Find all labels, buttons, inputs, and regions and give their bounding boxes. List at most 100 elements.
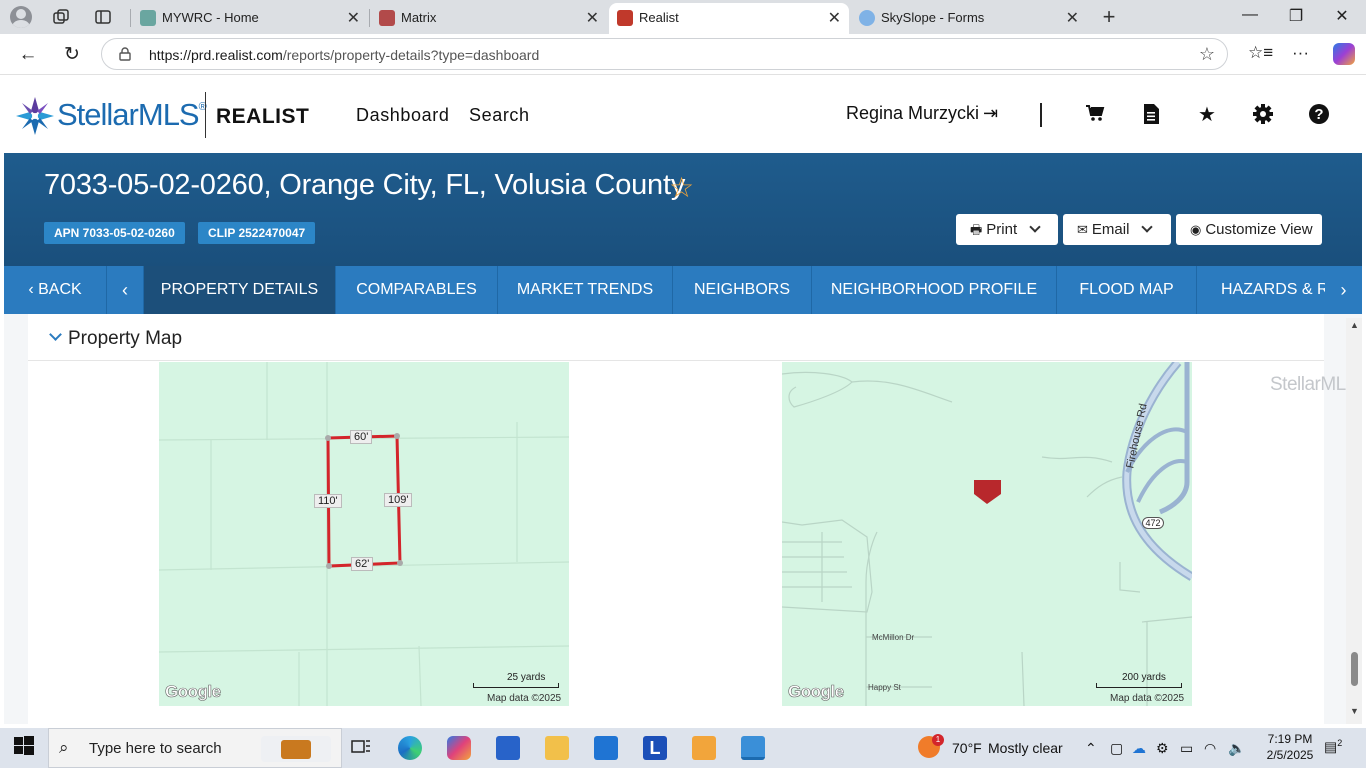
- favorites-icon[interactable]: ☆≡: [1248, 43, 1273, 63]
- task-view-icon[interactable]: [350, 736, 374, 760]
- scroll-up-icon[interactable]: ▲: [1350, 320, 1359, 330]
- parcel-dim-left: 110': [314, 494, 342, 508]
- print-button[interactable]: 🖶 Print: [956, 214, 1058, 245]
- document-icon[interactable]: [1139, 103, 1163, 127]
- scrollbar-thumb[interactable]: [1351, 652, 1358, 686]
- close-tab-icon[interactable]: ✕: [347, 8, 360, 28]
- search-icon: ⌕: [59, 738, 69, 757]
- tabs-next-icon[interactable]: ›: [1325, 266, 1362, 314]
- tab-property-details[interactable]: PROPERTY DETAILS: [144, 266, 336, 314]
- tabs-prev-icon[interactable]: ‹: [107, 266, 144, 314]
- notification-center-icon[interactable]: ▤2: [1324, 738, 1342, 756]
- browser-tab-mywrc[interactable]: MYWRC - Home ✕: [132, 3, 368, 34]
- app-icon[interactable]: [692, 736, 716, 760]
- report-body: Property Map 60' 110' 109' 62' Google 25…: [4, 314, 1362, 724]
- more-options-icon[interactable]: ···: [1292, 43, 1309, 63]
- map-scale-bar: [1096, 683, 1182, 688]
- stellar-watermark: StellarMLS: [1270, 374, 1358, 395]
- file-explorer-icon[interactable]: [545, 736, 569, 760]
- area-map[interactable]: Firehouse Rd 472 McMillon Dr Happy St Go…: [782, 362, 1192, 706]
- meet-now-icon[interactable]: ▢: [1110, 740, 1123, 757]
- office-icon[interactable]: [447, 736, 471, 760]
- google-logo[interactable]: Google: [165, 682, 222, 702]
- envelope-icon: ✉: [1077, 222, 1088, 237]
- saved-star-icon[interactable]: ★: [1195, 103, 1219, 127]
- clock-date: 2/5/2025: [1266, 748, 1314, 762]
- weather-temp[interactable]: 70°F: [952, 740, 982, 756]
- map-scale-label: 200 yards: [1122, 672, 1166, 683]
- close-tab-icon[interactable]: ✕: [828, 8, 841, 28]
- page-scrollbar[interactable]: ▲ ▼: [1346, 318, 1362, 724]
- cart-icon[interactable]: [1083, 103, 1107, 127]
- tab-comparables[interactable]: COMPARABLES: [336, 266, 498, 314]
- email-button[interactable]: ✉ Email: [1063, 214, 1171, 245]
- windows-taskbar: ⌕ Type here to search L 1 70°F Mostly cl…: [0, 728, 1366, 768]
- volume-icon[interactable]: 🔈: [1228, 740, 1245, 757]
- taskbar-search[interactable]: ⌕ Type here to search: [48, 728, 342, 768]
- wifi-icon[interactable]: ◠: [1204, 740, 1216, 757]
- browser-tab-realist[interactable]: Realist ✕: [609, 3, 849, 34]
- edge-browser-icon[interactable]: [398, 736, 422, 760]
- nav-search[interactable]: Search: [469, 105, 530, 126]
- clip-badge: CLIP 2522470047: [198, 222, 316, 244]
- nav-dashboard[interactable]: Dashboard: [356, 105, 449, 126]
- mail-icon[interactable]: [594, 736, 618, 760]
- weather-desc[interactable]: Mostly clear: [988, 740, 1063, 756]
- tab-market-trends[interactable]: MARKET TRENDS: [498, 266, 673, 314]
- new-tab-icon[interactable]: +: [1100, 6, 1118, 28]
- logo-divider: [205, 92, 206, 138]
- road-label-mcmillon: McMillon Dr: [872, 633, 915, 642]
- tab-actions-icon[interactable]: [94, 8, 112, 26]
- photos-app-icon[interactable]: [741, 736, 765, 760]
- sign-out-icon[interactable]: ⇥: [983, 103, 998, 123]
- map-data-attribution[interactable]: Map data ©2025: [1110, 693, 1184, 704]
- windows-start-icon[interactable]: [14, 736, 38, 760]
- chevron-down-icon: [1141, 221, 1154, 233]
- battery-icon[interactable]: ▭: [1180, 740, 1193, 757]
- close-window-icon[interactable]: ✕: [1332, 6, 1352, 26]
- customize-view-button[interactable]: ◉ Customize View: [1176, 214, 1322, 245]
- back-button[interactable]: ‹ BACK: [4, 266, 107, 314]
- restore-icon[interactable]: ❐: [1286, 6, 1306, 26]
- profile-icon[interactable]: [10, 6, 32, 28]
- back-arrow-icon[interactable]: ←: [16, 43, 40, 67]
- tray-overflow-chevron-icon[interactable]: ⌃: [1085, 740, 1097, 757]
- tab-neighbors[interactable]: NEIGHBORS: [673, 266, 812, 314]
- browser-tab-matrix[interactable]: Matrix ✕: [371, 3, 607, 34]
- close-tab-icon[interactable]: ✕: [586, 8, 599, 28]
- realist-favicon-icon: [617, 10, 633, 26]
- tab-title: MYWRC - Home: [162, 10, 259, 25]
- tab-neighborhood-profile[interactable]: NEIGHBORHOOD PROFILE: [812, 266, 1057, 314]
- parcel-dim-top: 60': [350, 430, 373, 444]
- l-app-icon[interactable]: L: [643, 736, 667, 760]
- route-472-shield: 472: [1142, 517, 1164, 529]
- help-icon[interactable]: ?: [1307, 103, 1331, 127]
- browser-tab-skyslope[interactable]: SkySlope - Forms ✕: [851, 3, 1087, 34]
- favorite-property-star-icon[interactable]: ☆: [669, 171, 694, 204]
- tab-flood-map[interactable]: FLOOD MAP: [1057, 266, 1197, 314]
- user-menu[interactable]: Regina Murzycki ⇥: [846, 103, 998, 124]
- close-tab-icon[interactable]: ✕: [1066, 8, 1079, 28]
- minimize-icon[interactable]: —: [1240, 6, 1260, 24]
- parcel-map[interactable]: 60' 110' 109' 62' Google 25 yards Map da…: [159, 362, 569, 706]
- map-data-attribution[interactable]: Map data ©2025: [487, 693, 561, 704]
- parcel-dim-right: 109': [384, 493, 413, 507]
- scroll-down-icon[interactable]: ▼: [1350, 706, 1359, 716]
- tab-hazards[interactable]: HAZARDS & RI: [1197, 266, 1325, 314]
- brand-logo-text: StellarMLS®: [57, 97, 207, 132]
- network-settings-icon[interactable]: ⚙: [1156, 740, 1169, 757]
- google-logo[interactable]: Google: [788, 682, 845, 702]
- workspaces-icon[interactable]: [52, 8, 70, 26]
- favorite-star-icon[interactable]: ☆: [1199, 44, 1215, 65]
- property-map-header[interactable]: Property Map: [28, 314, 1324, 361]
- tab-title: Matrix: [401, 10, 437, 25]
- taskbar-clock[interactable]: 7:19 PM 2/5/2025: [1260, 731, 1320, 763]
- onedrive-icon[interactable]: ☁: [1132, 740, 1146, 757]
- settings-gear-icon[interactable]: [1251, 103, 1275, 127]
- url-field[interactable]: https://prd.realist.com/reports/property…: [101, 38, 1228, 70]
- stellar-logo-icon[interactable]: [14, 96, 56, 136]
- copilot-icon[interactable]: [1333, 43, 1355, 65]
- microsoft-store-icon[interactable]: [496, 736, 520, 760]
- refresh-icon[interactable]: ↻: [60, 43, 84, 67]
- property-banner: 7033-05-02-0260, Orange City, FL, Volusi…: [4, 153, 1362, 267]
